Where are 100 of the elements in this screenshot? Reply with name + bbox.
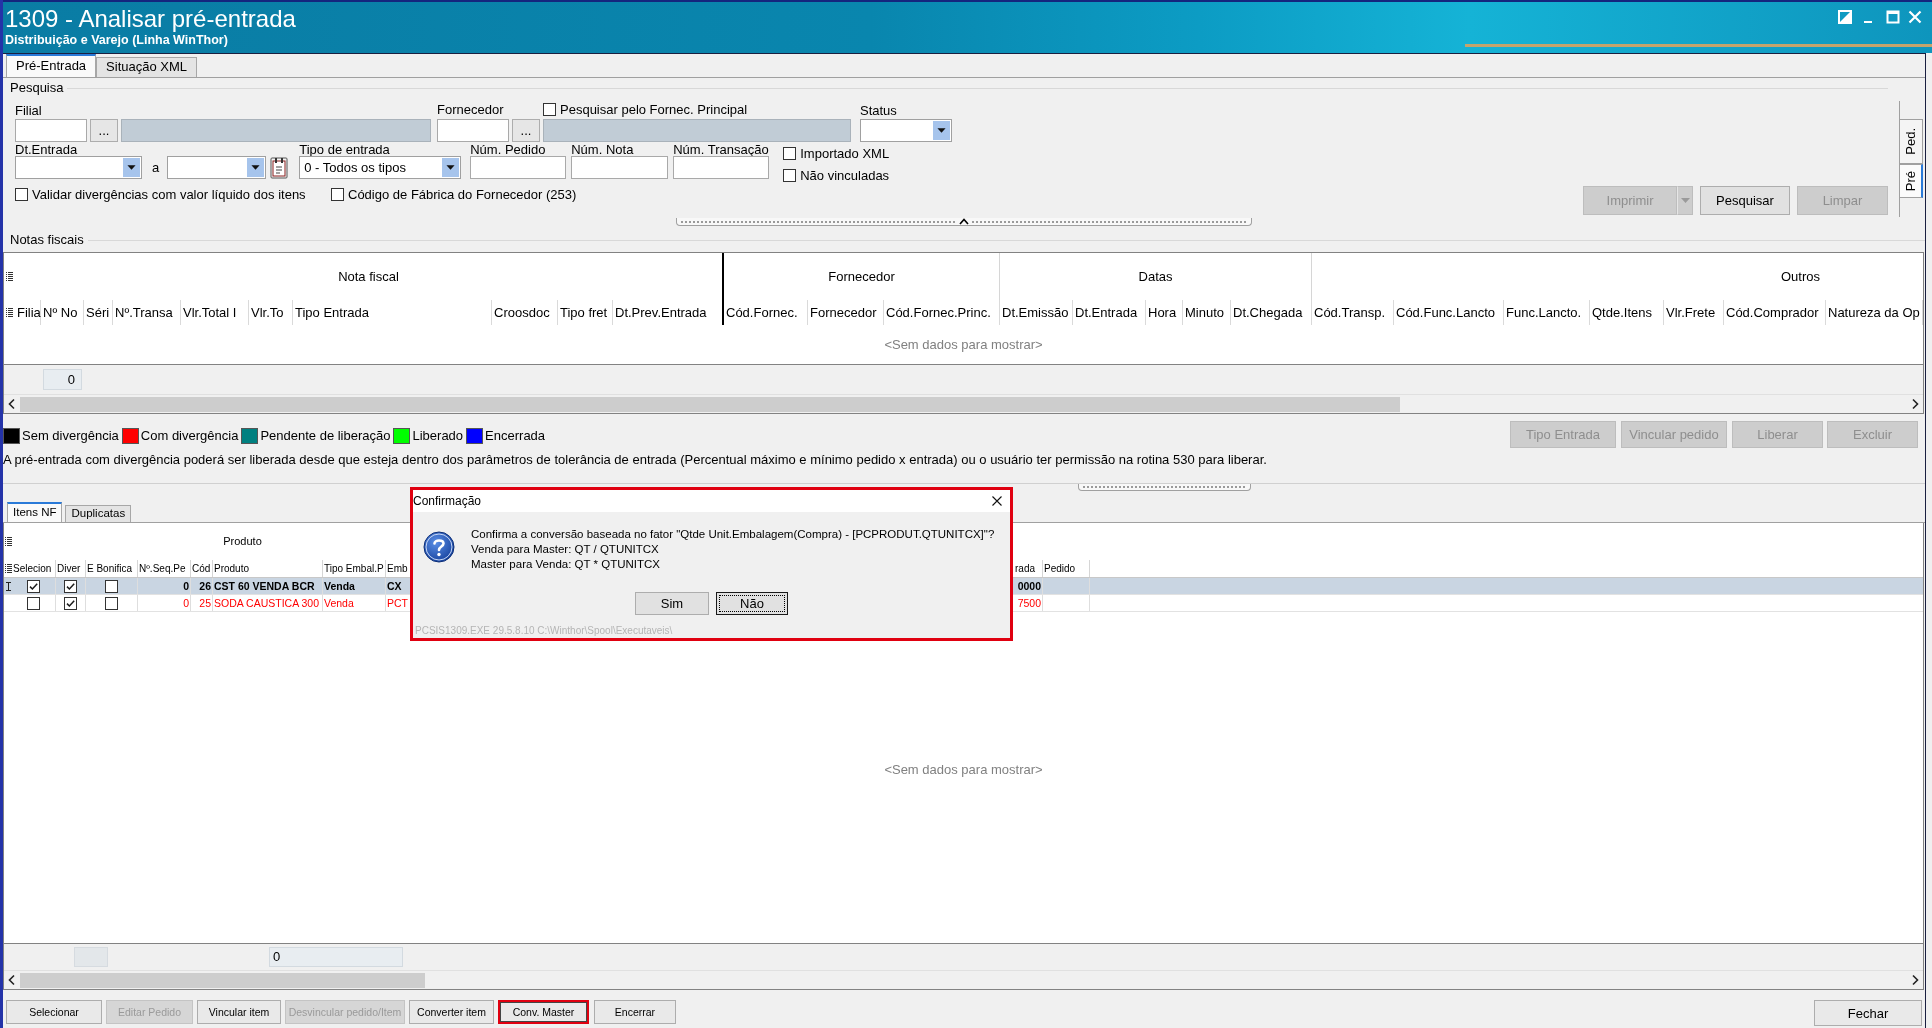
column-header[interactable]: Nº No — [41, 300, 84, 325]
input-field[interactable] — [15, 119, 87, 142]
browse-button[interactable]: ... — [512, 119, 540, 142]
caret-down-icon[interactable] — [123, 158, 140, 177]
checkbox[interactable] — [105, 596, 118, 610]
column-header[interactable]: Nº.Seq.Pe — [138, 560, 191, 577]
column-header[interactable]: Dt.Prev.Entrada — [613, 300, 724, 325]
field-label: Filial — [15, 104, 42, 117]
dropdown-field[interactable] — [15, 156, 142, 179]
column-header[interactable]: Vlr.Total I — [181, 300, 249, 325]
tab[interactable]: Duplicatas — [65, 505, 132, 522]
table-cell-text: SODA CAUSTICA 300 — [214, 596, 320, 611]
checkbox[interactable] — [64, 596, 77, 610]
column-header[interactable]: Hora — [1146, 300, 1183, 325]
legend-label: Liberado — [412, 428, 464, 444]
close-button[interactable]: Fechar — [1814, 1000, 1922, 1026]
column-header[interactable]: Tipo fret — [558, 300, 613, 325]
column-header[interactable]: Dt.Chegada — [1231, 300, 1312, 325]
column-header[interactable]: Séri — [84, 300, 113, 325]
caret-down-icon[interactable] — [247, 158, 265, 177]
input-field[interactable] — [437, 119, 509, 142]
column-header[interactable]: Nº.Transa — [113, 300, 181, 325]
toolbar-button[interactable]: Conv. Master — [498, 1000, 589, 1024]
toolbar-button[interactable]: Encerrar — [594, 1000, 676, 1024]
dropdown-field[interactable]: 0 - Todos os tipos — [299, 156, 462, 179]
caret-up-icon[interactable] — [959, 218, 969, 225]
splitter-handle[interactable] — [676, 218, 1252, 226]
column-header[interactable]: Croosdoc — [492, 300, 558, 325]
column-chooser-icon[interactable] — [6, 308, 13, 317]
checkbox[interactable] — [331, 188, 344, 201]
checkbox[interactable] — [27, 579, 40, 593]
scrollbar-thumb[interactable] — [20, 972, 425, 988]
toolbar-button[interactable]: Vincular item — [197, 1000, 281, 1024]
column-chooser-icon[interactable] — [4, 537, 12, 546]
column-header[interactable]: Cód — [191, 560, 213, 577]
column-header[interactable]: E Bonifica — [86, 560, 138, 577]
splitter-handle[interactable] — [1078, 484, 1251, 491]
horizontal-scrollbar[interactable] — [4, 970, 1923, 989]
table-cell-text: Venda — [324, 596, 354, 611]
column-header[interactable]: Cód.Fornec. — [724, 300, 808, 325]
checkbox[interactable] — [105, 579, 118, 593]
column-header[interactable]: Pedido — [1043, 560, 1090, 577]
input-field[interactable] — [571, 156, 669, 179]
caret-down-icon[interactable] — [933, 121, 950, 140]
browse-button[interactable]: ... — [90, 119, 118, 142]
dropdown-field[interactable] — [167, 156, 267, 179]
side-tab[interactable]: Ped. — [1900, 119, 1923, 164]
checkbox-label: Pesquisar pelo Fornec. Principal — [560, 102, 748, 117]
column-header[interactable]: Func.Lancto. — [1504, 300, 1590, 325]
checkbox[interactable] — [27, 596, 40, 610]
toolbar-button[interactable]: Selecionar — [6, 1000, 102, 1024]
half-filled-square-icon[interactable] — [1838, 10, 1852, 24]
input-field[interactable] — [673, 156, 770, 179]
table-cell-text: CX — [387, 579, 402, 594]
column-header[interactable]: Produto — [213, 560, 323, 577]
dialog-button[interactable]: Não — [716, 592, 788, 615]
column-header[interactable]: Vlr.To — [249, 300, 293, 325]
column-header[interactable]: Cód.Transp. — [1312, 300, 1394, 325]
column-header[interactable]: rada — [1014, 560, 1043, 577]
checkbox[interactable] — [783, 147, 797, 160]
column-header[interactable]: Selecion — [12, 560, 56, 577]
column-header[interactable]: Tipo Entrada — [293, 300, 492, 325]
record-count: 0 — [43, 369, 82, 390]
search-button[interactable]: Pesquisar — [1700, 186, 1790, 215]
caret-down-icon[interactable] — [442, 158, 460, 177]
field-label: Núm. Transação — [673, 143, 769, 156]
scrollbar-thumb[interactable] — [20, 396, 1400, 412]
field-label: Tipo de entrada — [299, 143, 390, 156]
dialog-button[interactable]: Sim — [635, 592, 709, 615]
column-header[interactable]: Filia — [15, 300, 41, 325]
checkbox[interactable] — [543, 103, 556, 116]
column-chooser-icon[interactable] — [6, 272, 13, 281]
column-header[interactable]: Natureza da Op — [1826, 300, 1923, 325]
tab[interactable]: Pré-Entrada — [6, 54, 97, 77]
column-header[interactable]: Qtde.Itens — [1590, 300, 1664, 325]
calendar-icon[interactable] — [270, 156, 289, 179]
column-header[interactable]: Diver — [56, 560, 86, 577]
column-header[interactable]: Tipo Embal.P — [323, 560, 386, 577]
column-header[interactable]: Cód.Func.Lancto — [1394, 300, 1504, 325]
column-chooser-icon[interactable] — [4, 564, 12, 573]
input-field[interactable] — [470, 156, 567, 179]
side-tab[interactable]: Pré — [1900, 164, 1923, 198]
checkbox[interactable] — [15, 188, 28, 201]
column-header[interactable]: Vlr.Frete — [1664, 300, 1724, 325]
toolbar-button[interactable]: Converter item — [409, 1000, 494, 1024]
column-header[interactable]: Cód.Fornec.Princ. — [884, 300, 1000, 325]
column-header[interactable]: Cód.Comprador — [1724, 300, 1826, 325]
dropdown-field[interactable] — [860, 119, 952, 142]
checkbox[interactable] — [783, 169, 797, 182]
column-header[interactable]: Minuto — [1183, 300, 1231, 325]
tab[interactable]: Situação XML — [96, 57, 198, 77]
horizontal-scrollbar[interactable] — [4, 394, 1923, 413]
column-header[interactable]: Fornecedor — [808, 300, 884, 325]
close-icon[interactable] — [992, 496, 1002, 506]
column-header[interactable]: Dt.Emissão — [1000, 300, 1073, 325]
checkbox[interactable] — [64, 579, 77, 593]
column-header[interactable]: Dt.Entrada — [1073, 300, 1146, 325]
tab[interactable]: Itens NF — [7, 502, 63, 522]
maximize-icon[interactable] — [1886, 10, 1900, 24]
legend-label: Com divergência — [140, 428, 239, 444]
